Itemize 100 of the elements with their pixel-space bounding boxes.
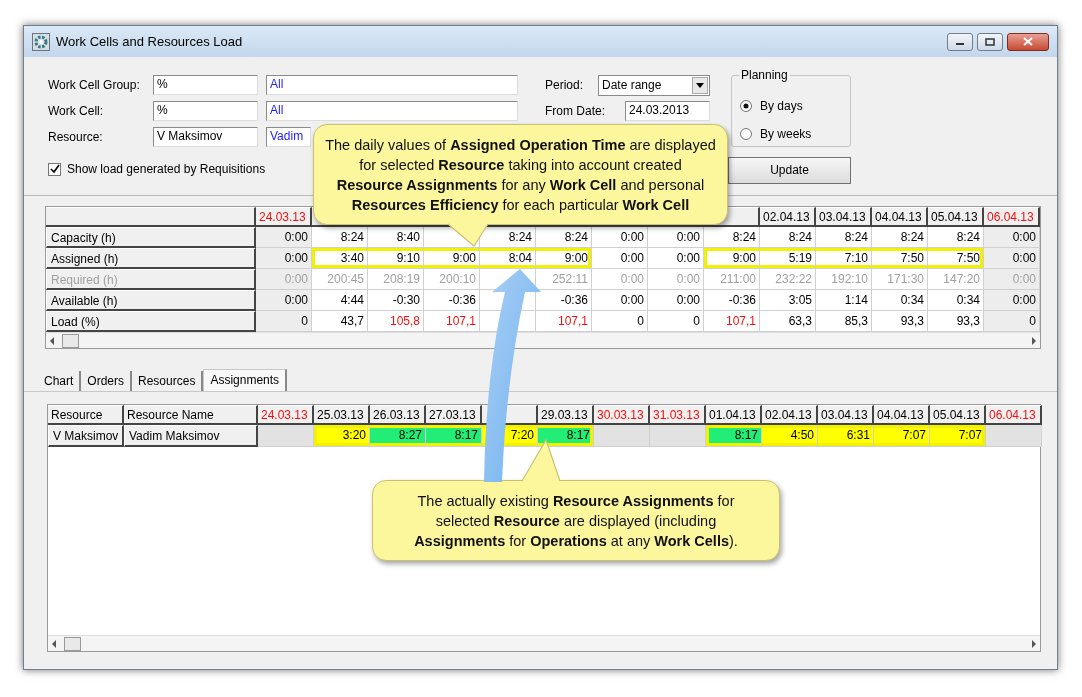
table-cell: 1:14 [816, 290, 872, 311]
column-header: 03.04.13 [818, 405, 874, 425]
table-cell: 4:50 [762, 425, 818, 447]
table-cell: 0:00 [256, 248, 312, 269]
table-cell: 8:24 [704, 227, 760, 248]
table-cell: 5:19 [760, 248, 816, 269]
code-field[interactable]: % [153, 101, 258, 121]
table-cell: 232:22 [760, 269, 816, 290]
close-icon [1023, 37, 1033, 46]
row-header: Load (%) [46, 311, 256, 332]
table-cell: 7:50 [928, 248, 984, 269]
name-field[interactable]: All [266, 101, 518, 121]
table-cell: 8:24 [760, 227, 816, 248]
tab[interactable]: Assignments [203, 369, 288, 391]
checkbox[interactable] [48, 162, 61, 176]
radio-dot-icon [743, 103, 749, 109]
table-cell: 9:10 [368, 248, 424, 269]
table-cell: 4:44 [312, 290, 368, 311]
table-cell: 3:05 [760, 290, 816, 311]
code-field[interactable]: % [153, 75, 258, 95]
radio-button[interactable] [740, 128, 752, 140]
table-cell: 0:00 [984, 248, 1040, 269]
caret-icon [696, 82, 704, 88]
checkbox-label: Show load generated by Requisitions [67, 161, 266, 177]
scrollbar[interactable] [46, 332, 1040, 348]
table-cell [258, 425, 314, 447]
column-header: 25.03.13 [314, 405, 370, 425]
table-cell [986, 425, 1042, 447]
column-header: 27.03.13 [426, 405, 482, 425]
table-cell [594, 425, 650, 447]
scrollbar[interactable] [48, 635, 1040, 651]
tab[interactable]: Orders [81, 371, 133, 391]
table-cell: 8:24 [872, 227, 928, 248]
minimize-button[interactable] [947, 32, 973, 51]
table-cell: 8:17 [706, 425, 762, 447]
callout-text: The actually existing Resource Assignments for selected Resource are displayed (including Assignments for Operations at any Work Cells). [414, 491, 738, 551]
column-header: 02.04.13 [762, 405, 818, 425]
table-cell: 9:00 [424, 248, 480, 269]
row-header: Available (h) [46, 290, 256, 311]
table-cell: 0:00 [984, 227, 1040, 248]
table-cell: 8:04 [480, 248, 536, 269]
table-cell: 7:50 [872, 248, 928, 269]
gear-icon [32, 32, 50, 51]
table-cell: 8:24 [816, 227, 872, 248]
radio-label: By days [760, 98, 803, 114]
field-label: Resource: [48, 129, 104, 145]
table-cell: 0:00 [592, 269, 648, 290]
table-cell: 8:24 [312, 227, 368, 248]
column-header: 24.03.13 [258, 405, 314, 425]
group-title: Planning [739, 68, 790, 83]
table-cell: 0:00 [648, 290, 704, 311]
column-header: 31.03.13 [650, 405, 706, 425]
field-label: Work Cell Group: [48, 77, 141, 93]
column-header: 05.04.13 [930, 405, 986, 425]
column-header: 01.04.13 [706, 405, 762, 425]
name-field[interactable]: All [266, 75, 518, 95]
table-cell [650, 425, 706, 447]
close-button[interactable] [1007, 32, 1049, 51]
table-cell: 0:00 [256, 290, 312, 311]
column-header: 04.04.13 [874, 405, 930, 425]
column-header: 03.04.13 [816, 207, 872, 227]
field-label: Work Cell: [48, 103, 105, 119]
column-header: Resource Name [124, 405, 258, 425]
table-cell: Vadim Maksimov [124, 425, 258, 447]
name-field[interactable]: Vadim [266, 127, 311, 147]
table-cell: 0:34 [872, 290, 928, 311]
column-header: 06.04.13 [984, 207, 1040, 227]
column-header: 29.03.13 [538, 405, 594, 425]
check-icon [49, 164, 60, 174]
table-cell: 200:45 [312, 269, 368, 290]
table-cell: 6:31 [818, 425, 874, 447]
column-header: 05.04.13 [928, 207, 984, 227]
table-cell: 7:10 [816, 248, 872, 269]
radio-button[interactable] [740, 100, 752, 112]
table-cell: 0 [256, 311, 312, 332]
table-cell: 0:00 [256, 227, 312, 248]
tab[interactable]: Chart [38, 371, 82, 391]
table-cell: 8:24 [536, 227, 592, 248]
column-header: 26.03.13 [370, 405, 426, 425]
table-cell: 3:20 [314, 425, 370, 447]
update-button[interactable]: Update [728, 157, 851, 184]
row-header: Assigned (h) [46, 248, 256, 269]
column-header: 02.04.13 [760, 207, 816, 227]
maximize-icon [985, 37, 995, 46]
table-cell: 0 [984, 311, 1040, 332]
code-field[interactable]: V Maksimov [153, 127, 258, 147]
row-header: Required (h) [46, 269, 256, 290]
table-cell: 211:00 [704, 269, 760, 290]
table-cell: 9:00 [536, 248, 592, 269]
table-cell: 0:00 [648, 227, 704, 248]
table-cell: 0:00 [984, 290, 1040, 311]
column-header: Resource [48, 405, 124, 425]
maximize-button[interactable] [977, 32, 1003, 51]
table-cell: 8:17 [538, 425, 594, 447]
date-field[interactable]: 24.03.2013 [625, 101, 710, 121]
field-label: Period: [545, 77, 585, 93]
column-header: 04.04.13 [872, 207, 928, 227]
table-cell: -0:36 [704, 290, 760, 311]
period-select[interactable]: Date range [598, 74, 710, 96]
table-cell: 0:00 [648, 269, 704, 290]
